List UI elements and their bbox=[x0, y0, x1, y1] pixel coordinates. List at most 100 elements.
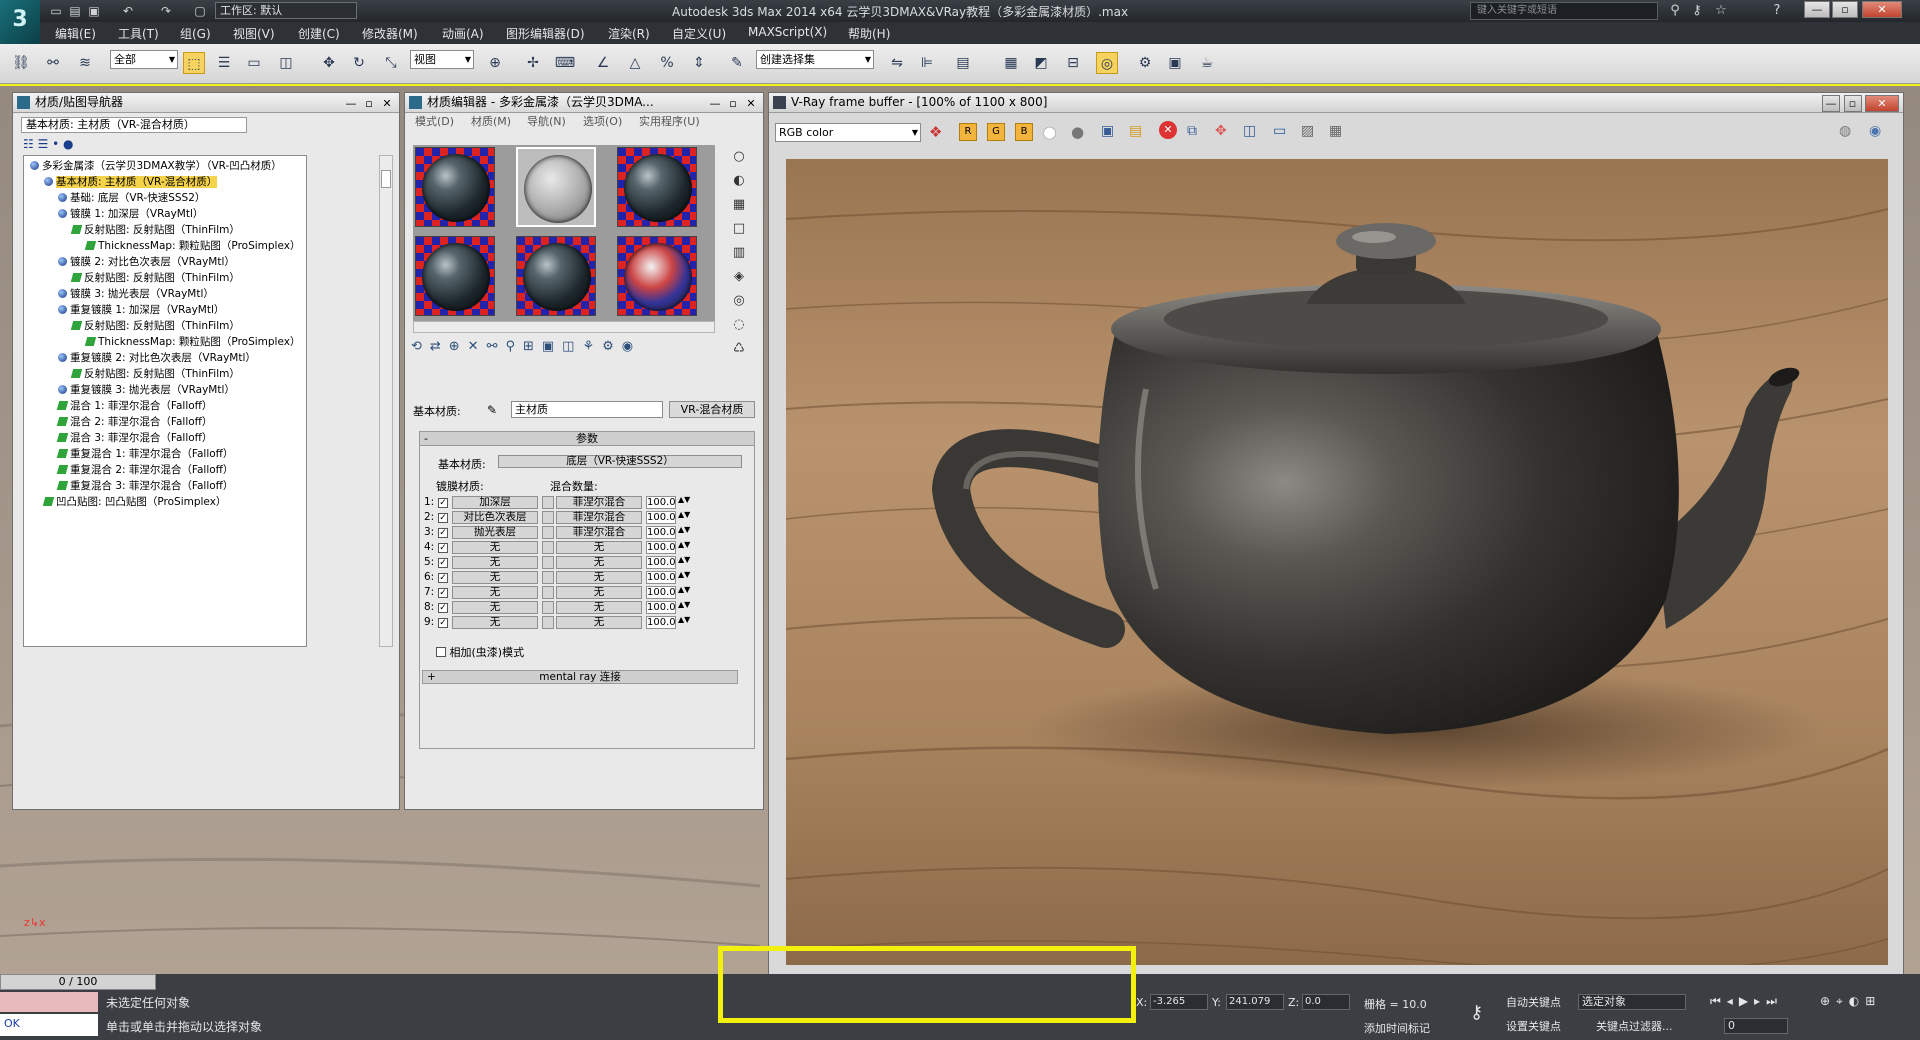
coat-amount-field[interactable]: 100.0 bbox=[646, 556, 676, 569]
tree-item[interactable]: 反射贴图: 反射贴图（ThinFilm） bbox=[70, 224, 240, 237]
workspace-dropdown[interactable]: 工作区: 默认 bbox=[215, 2, 357, 19]
align-icon[interactable]: ⊫ bbox=[916, 52, 938, 74]
mat-menu-options[interactable]: 选项(O) bbox=[583, 114, 622, 130]
vfb-maximize-button[interactable]: ▫ bbox=[1843, 95, 1862, 112]
maxscript-mini-listener[interactable]: OK bbox=[0, 1014, 98, 1036]
coat-amount-field[interactable]: 100.0 bbox=[646, 541, 676, 554]
tree-item[interactable]: 基本材质: 主材质（VR-混合材质） bbox=[44, 176, 218, 189]
menu-rendering[interactable]: 渲染(R) bbox=[608, 25, 650, 42]
alpha-channel-icon[interactable]: ● bbox=[1043, 123, 1056, 141]
tree-item[interactable]: ThicknessMap: 颗粒贴图（ProSimplex） bbox=[84, 240, 300, 253]
select-manipulate-icon[interactable]: ✢ bbox=[522, 52, 544, 74]
tree-item[interactable]: 多彩金属漆（云学贝3DMAX教学）（VR-凹凸材质） bbox=[30, 160, 282, 173]
percent-snap-icon[interactable]: % bbox=[656, 52, 678, 74]
vfb-close-button[interactable]: ✕ bbox=[1865, 95, 1899, 112]
spinner-icon[interactable]: ▲▼ bbox=[678, 541, 690, 549]
tree-item[interactable]: 混合 3: 菲涅尔混合（Falloff） bbox=[56, 432, 212, 445]
window-crossing-icon[interactable]: ◫ bbox=[275, 52, 297, 74]
clear-image-icon[interactable]: ✕ bbox=[1159, 121, 1177, 139]
tree-item[interactable]: 重复混合 3: 菲涅尔混合（Falloff） bbox=[56, 480, 233, 493]
coat-enabled-checkbox[interactable]: ✓ bbox=[438, 528, 448, 538]
coat-enabled-checkbox[interactable]: ✓ bbox=[438, 588, 448, 598]
coat-material-button[interactable]: 无 bbox=[452, 586, 538, 599]
search-input[interactable]: 键入关键字或短语 bbox=[1470, 2, 1658, 20]
tree-item[interactable]: 重复混合 1: 菲涅尔混合（Falloff） bbox=[56, 448, 233, 461]
coat-blend-button[interactable]: 无 bbox=[556, 616, 642, 629]
selection-filter-dropdown[interactable]: 全部 bbox=[110, 50, 178, 69]
blue-channel-icon[interactable]: B bbox=[1015, 123, 1033, 141]
star-icon[interactable]: ☆ bbox=[1712, 2, 1730, 20]
navigator-title-bar[interactable]: 材质/贴图导航器 — ▫ ✕ bbox=[13, 93, 399, 113]
coat-blend-button[interactable]: 菲涅尔混合 bbox=[556, 526, 642, 539]
sample-slot-5[interactable] bbox=[516, 236, 596, 316]
navigator-minimize-button[interactable]: — bbox=[342, 94, 360, 112]
tree-item[interactable]: 反射贴图: 反射贴图（ThinFilm） bbox=[70, 320, 240, 333]
z-coordinate-field[interactable]: 0.0 bbox=[1302, 994, 1350, 1010]
coat-blend-map-slot[interactable] bbox=[542, 601, 554, 614]
stop-render-icon[interactable]: ▦ bbox=[1329, 123, 1342, 139]
tree-item[interactable]: ThicknessMap: 颗粒贴图（ProSimplex） bbox=[84, 336, 300, 349]
coat-blend-button[interactable]: 无 bbox=[556, 601, 642, 614]
undo-icon[interactable]: ↶ bbox=[120, 3, 136, 19]
x-coordinate-field[interactable]: -3.265 bbox=[1150, 994, 1208, 1010]
help-icon[interactable]: ? bbox=[1768, 2, 1786, 20]
tree-item[interactable]: 重复镀膜 2: 对比色次表层（VRayMtl） bbox=[58, 352, 256, 365]
tree-item[interactable]: 重复混合 2: 菲涅尔混合（Falloff） bbox=[56, 464, 233, 477]
coat-material-button[interactable]: 加深层 bbox=[452, 496, 538, 509]
coat-enabled-checkbox[interactable]: ✓ bbox=[438, 558, 448, 568]
unlink-icon[interactable]: ⚯ bbox=[42, 52, 64, 74]
key-filters-button[interactable]: 关键点过滤器... bbox=[1596, 1018, 1673, 1034]
tree-item[interactable]: 基础: 底层（VR-快速SSS2） bbox=[58, 192, 205, 205]
last-render-icon[interactable]: ▭ bbox=[1273, 123, 1286, 139]
mat-menu-utilities[interactable]: 实用程序(U) bbox=[639, 114, 700, 130]
select-by-name-icon[interactable]: ☰ bbox=[213, 52, 235, 74]
coat-material-button[interactable]: 无 bbox=[452, 556, 538, 569]
rgb-channels-icon[interactable]: ❖ bbox=[929, 123, 942, 141]
tree-item[interactable]: 镀膜 2: 对比色次表层（VRayMtl） bbox=[58, 256, 235, 269]
coat-blend-map-slot[interactable] bbox=[542, 571, 554, 584]
scale-icon[interactable]: ⤡ bbox=[380, 52, 402, 74]
app-logo[interactable]: 3 bbox=[0, 0, 40, 44]
spinner-icon[interactable]: ▲▼ bbox=[678, 496, 690, 504]
coat-material-button[interactable]: 无 bbox=[452, 571, 538, 584]
eyedropper-icon[interactable]: ✎ bbox=[487, 403, 497, 417]
tree-item[interactable]: 镀膜 3: 抛光表层（VRayMtl） bbox=[58, 288, 214, 301]
coat-blend-button[interactable]: 无 bbox=[556, 571, 642, 584]
maxscript-mini-listener-top[interactable] bbox=[0, 992, 98, 1012]
duplicate-to-mfb-icon[interactable]: ⧉ bbox=[1187, 123, 1197, 139]
menu-modifiers[interactable]: 修改器(M) bbox=[362, 25, 418, 42]
schematic-view-icon[interactable]: ⊟ bbox=[1062, 52, 1084, 74]
coat-material-button[interactable]: 无 bbox=[452, 541, 538, 554]
sample-slot-6[interactable] bbox=[617, 236, 697, 316]
save-image-icon[interactable]: ▣ bbox=[1101, 123, 1114, 139]
material-editor-icon[interactable]: ◎ bbox=[1096, 52, 1118, 74]
coat-blend-map-slot[interactable] bbox=[542, 496, 554, 509]
base-mat-button[interactable]: 底层（VR-快速SSS2） bbox=[498, 455, 742, 468]
edit-named-selection-icon[interactable]: ✎ bbox=[726, 52, 748, 74]
coat-material-button[interactable]: 抛光表层 bbox=[452, 526, 538, 539]
vfb-minimize-button[interactable]: — bbox=[1822, 95, 1840, 112]
coat-blend-map-slot[interactable] bbox=[542, 616, 554, 629]
navigator-maximize-button[interactable]: ▫ bbox=[360, 94, 378, 112]
mat-menu-material[interactable]: 材质(M) bbox=[471, 114, 511, 130]
key-icon[interactable]: ⚷ bbox=[1688, 2, 1706, 20]
vfb-title-bar[interactable]: V-Ray frame buffer - [100% of 1100 x 800… bbox=[769, 93, 1903, 113]
key-icon[interactable]: ⚷ bbox=[1470, 1002, 1483, 1023]
red-channel-icon[interactable]: R bbox=[959, 123, 977, 141]
tree-item[interactable]: 反射贴图: 反射贴图（ThinFilm） bbox=[70, 272, 240, 285]
coat-blend-map-slot[interactable] bbox=[542, 511, 554, 524]
render-production-icon[interactable]: ☕ bbox=[1196, 52, 1218, 74]
coat-enabled-checkbox[interactable]: ✓ bbox=[438, 603, 448, 613]
menu-tools[interactable]: 工具(T) bbox=[118, 25, 159, 42]
graphite-tools-icon[interactable]: ▦ bbox=[1000, 52, 1022, 74]
render-image[interactable] bbox=[786, 159, 1888, 965]
mono-channel-icon[interactable]: ● bbox=[1071, 123, 1084, 141]
green-channel-icon[interactable]: G bbox=[987, 123, 1005, 141]
project-folder-icon[interactable]: ▢ bbox=[192, 3, 208, 19]
params-rollout-header[interactable]: - 参数 bbox=[420, 432, 754, 446]
coat-enabled-checkbox[interactable]: ✓ bbox=[438, 498, 448, 508]
coat-amount-field[interactable]: 100.0 bbox=[646, 496, 676, 509]
sample-slot-2[interactable] bbox=[516, 147, 596, 227]
menu-maxscript[interactable]: MAXScript(X) bbox=[748, 25, 827, 39]
coat-blend-button[interactable]: 菲涅尔混合 bbox=[556, 511, 642, 524]
